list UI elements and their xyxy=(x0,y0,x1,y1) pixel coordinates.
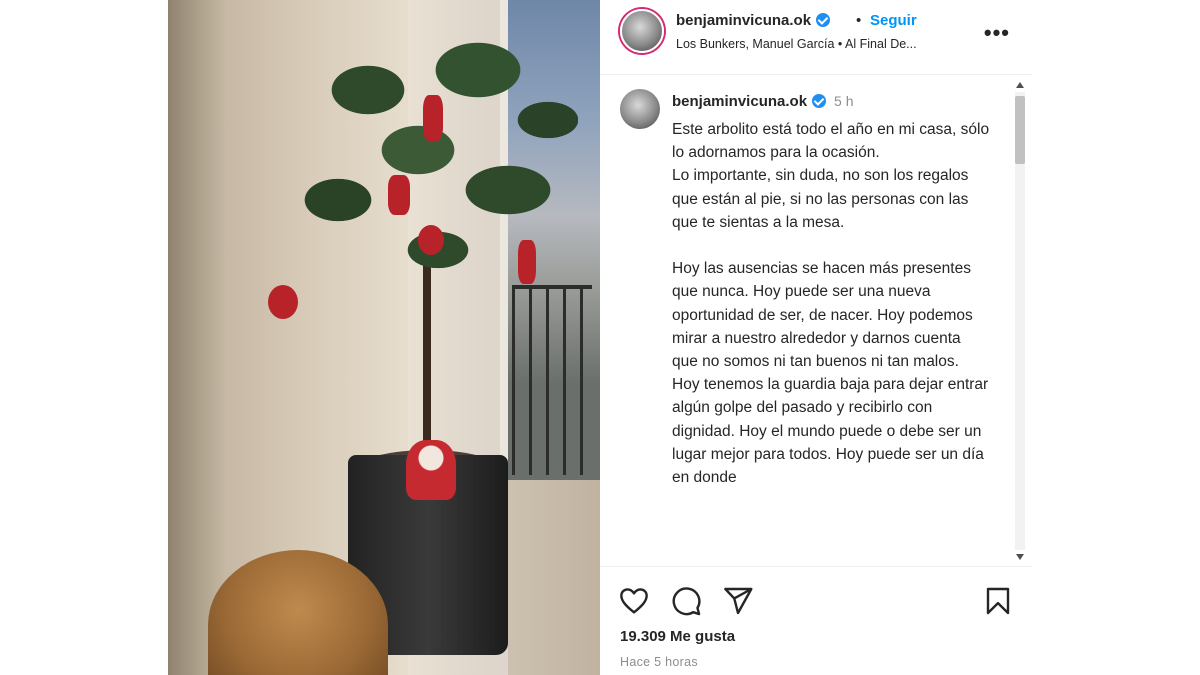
photo-santa-figure xyxy=(406,440,456,500)
photo-ornament xyxy=(423,95,443,141)
more-options-icon[interactable]: ••• xyxy=(984,20,1010,46)
photo-curtain xyxy=(168,0,228,675)
header-username-text[interactable]: benjaminvicuna.ok xyxy=(676,12,811,29)
photo-ornament xyxy=(418,225,444,255)
photo-ornament xyxy=(268,285,298,319)
likes-count[interactable]: 19.309 Me gusta xyxy=(620,628,735,645)
post-timestamp[interactable]: Hace 5 horas xyxy=(620,655,698,669)
header-username[interactable]: benjaminvicuna.ok xyxy=(676,12,831,29)
heart-icon[interactable] xyxy=(618,585,650,617)
post-side-panel: benjaminvicuna.ok • Seguir Los Bunkers, … xyxy=(600,0,1032,675)
verified-icon xyxy=(812,94,827,108)
caption-username[interactable]: benjaminvicuna.ok xyxy=(672,93,807,110)
photo-ornament xyxy=(388,175,410,215)
caption-time[interactable]: 5 h xyxy=(834,93,853,109)
verified-icon xyxy=(816,13,831,27)
scroll-up-icon[interactable] xyxy=(1016,82,1024,88)
caption-section: benjaminvicuna.ok 5 h Este arbolito está … xyxy=(600,76,1032,566)
caption-text: Este arbolito está todo el año en mi cas… xyxy=(672,121,990,487)
follow-button[interactable]: Seguir xyxy=(870,12,917,29)
caption-header: benjaminvicuna.ok 5 h xyxy=(672,93,854,110)
comment-icon[interactable] xyxy=(670,585,702,617)
post-photo[interactable] xyxy=(168,0,600,675)
caption-avatar[interactable] xyxy=(620,89,660,129)
photo-ornament xyxy=(518,240,536,284)
caption-scrollbar[interactable] xyxy=(1012,76,1028,566)
audio-track-link[interactable]: Los Bunkers, Manuel García • Al Final De… xyxy=(676,37,917,51)
bookmark-icon[interactable] xyxy=(982,585,1014,617)
post-header: benjaminvicuna.ok • Seguir Los Bunkers, … xyxy=(600,0,1032,75)
scrollbar-thumb[interactable] xyxy=(1015,96,1025,164)
header-separator: • xyxy=(856,12,862,29)
avatar[interactable] xyxy=(620,9,664,53)
share-icon[interactable] xyxy=(722,585,754,617)
post-actions: 19.309 Me gusta Hace 5 horas xyxy=(600,566,1032,675)
scroll-down-icon[interactable] xyxy=(1016,554,1024,560)
